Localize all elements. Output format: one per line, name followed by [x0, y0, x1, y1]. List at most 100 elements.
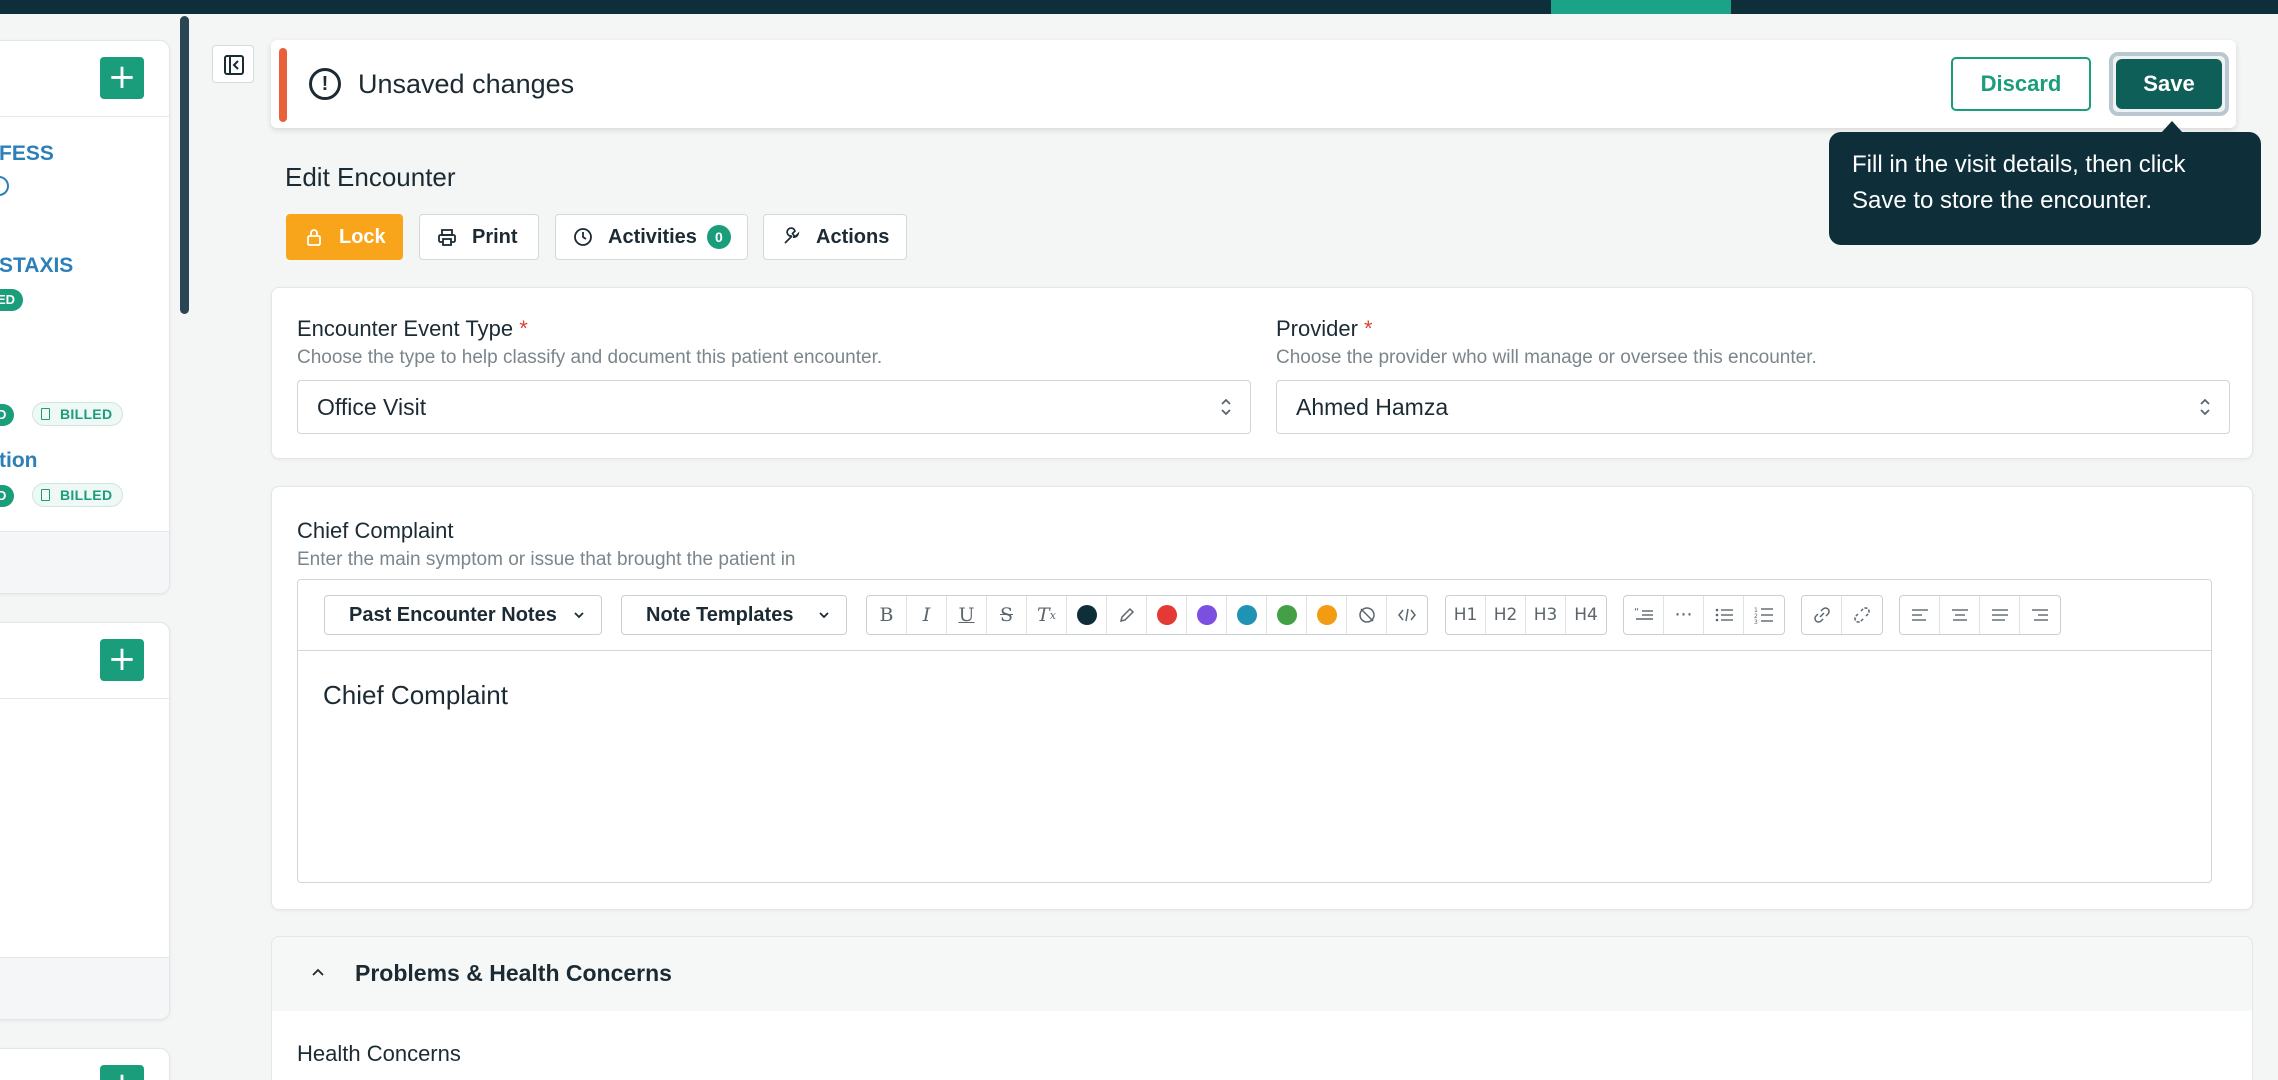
- past-encounter-notes-dropdown[interactable]: Past Encounter Notes: [324, 595, 602, 635]
- color-swatch: [1316, 605, 1337, 625]
- provider-label-text: Provider: [1276, 316, 1358, 341]
- sidebar-panel-3: +: [0, 1048, 170, 1080]
- sidebar-item-2[interactable]: STAXIS: [0, 254, 73, 278]
- billed-badge: BILLED: [32, 402, 124, 426]
- clear-format-icon[interactable]: Tx: [1027, 596, 1067, 634]
- billed-label: BILLED: [60, 487, 113, 503]
- actions-button[interactable]: Actions: [763, 214, 907, 260]
- bold-icon[interactable]: B: [867, 596, 907, 634]
- heading-3-icon[interactable]: H3: [1526, 596, 1566, 634]
- align-justify-icon[interactable]: [1980, 596, 2020, 634]
- chief-complaint-editor: Past Encounter Notes Note Templates B I …: [297, 579, 2212, 883]
- pen-icon: [1119, 607, 1134, 623]
- unsaved-message: Unsaved changes: [358, 69, 575, 99]
- status-badge: D: [0, 404, 15, 426]
- status-icon: [0, 176, 9, 196]
- problems-section-header[interactable]: Problems & Health Concerns: [271, 936, 2253, 1012]
- provider-help: Choose the provider who will manage or o…: [1276, 347, 1817, 368]
- horizontal-rule-icon[interactable]: ···: [1664, 596, 1704, 634]
- note-templates-dropdown[interactable]: Note Templates: [621, 595, 847, 635]
- panel-footer: [0, 957, 169, 1019]
- color-swatch: [1196, 605, 1217, 625]
- highlight-red[interactable]: [1147, 596, 1187, 634]
- align-right-icon[interactable]: [2020, 596, 2060, 634]
- event-type-value: Office Visit: [317, 394, 427, 420]
- provider-select[interactable]: Ahmed Hamza: [1276, 380, 2230, 434]
- provider-label: Provider *: [1276, 316, 1373, 342]
- past-encounter-notes-label: Past Encounter Notes: [349, 604, 557, 626]
- print-button[interactable]: Print: [419, 214, 539, 260]
- editor-content[interactable]: Chief Complaint: [323, 680, 508, 711]
- heading-4-icon[interactable]: H4: [1566, 596, 1606, 634]
- save-button[interactable]: Save: [2116, 59, 2222, 109]
- heading-2-icon[interactable]: H2: [1486, 596, 1526, 634]
- no-highlight-icon: [1358, 607, 1375, 623]
- divider: [0, 698, 169, 699]
- unlink-icon[interactable]: [1842, 596, 1882, 634]
- add-item-button[interactable]: +: [100, 1065, 144, 1080]
- strikethrough-icon[interactable]: S: [987, 596, 1027, 634]
- clear-highlight-icon[interactable]: [1347, 596, 1387, 634]
- align-toolbar-group: [1899, 595, 2061, 635]
- save-tooltip: Fill in the visit details, then click Sa…: [1829, 121, 2261, 245]
- chain-link-icon: [1813, 607, 1830, 623]
- chevron-up-down-icon: [1221, 398, 1231, 416]
- svg-text:“: “: [1634, 607, 1639, 618]
- panel-footer: [0, 531, 169, 593]
- ordered-list-icon[interactable]: 123: [1744, 596, 1784, 634]
- problems-section-body: Health Concerns: [271, 1011, 2253, 1080]
- blockquote-icon[interactable]: “: [1624, 596, 1664, 634]
- document-icon: [41, 408, 50, 420]
- chief-complaint-help: Enter the main symptom or issue that bro…: [297, 549, 796, 570]
- list-icon: [1715, 608, 1733, 622]
- underline-icon[interactable]: U: [947, 596, 987, 634]
- bullet-list-icon[interactable]: [1704, 596, 1744, 634]
- warning-edge: [279, 48, 287, 122]
- code-brackets-icon: [1398, 608, 1416, 622]
- chief-complaint-label: Chief Complaint: [297, 518, 454, 543]
- color-swatch: [1276, 605, 1297, 625]
- add-item-button[interactable]: +: [100, 639, 144, 681]
- encounter-details-card: Encounter Event Type * Choose the type t…: [271, 287, 2253, 459]
- chevron-up-icon: [312, 968, 324, 976]
- align-left-lines-icon: [1911, 609, 1928, 621]
- problems-section-title: Problems & Health Concerns: [355, 960, 672, 986]
- required-mark: *: [1364, 316, 1373, 341]
- status-badge: D: [0, 485, 15, 507]
- tooltip-arrow: [2161, 121, 2183, 133]
- highlight-pen-icon[interactable]: [1107, 596, 1147, 634]
- italic-icon[interactable]: I: [907, 596, 947, 634]
- sidebar-item-1[interactable]: FESS: [0, 142, 54, 166]
- heading-toolbar-group: H1 H2 H3 H4: [1445, 595, 1607, 635]
- align-justify-lines-icon: [1991, 609, 2008, 621]
- highlight-purple[interactable]: [1187, 596, 1227, 634]
- sidebar-collapse-icon: [224, 55, 244, 75]
- align-left-icon[interactable]: [1900, 596, 1940, 634]
- heading-1-icon[interactable]: H1: [1446, 596, 1486, 634]
- block-toolbar-group: “ ··· 123: [1623, 595, 1785, 635]
- add-encounter-button[interactable]: +: [100, 57, 144, 99]
- event-type-label-text: Encounter Event Type: [297, 316, 514, 341]
- activities-button[interactable]: Activities 0: [555, 214, 748, 260]
- numbered-list-icon: 123: [1754, 607, 1773, 624]
- health-concerns-label: Health Concerns: [297, 1041, 461, 1066]
- editor-toolbar: Past Encounter Notes Note Templates B I …: [298, 580, 2211, 651]
- discard-button[interactable]: Discard: [1951, 57, 2091, 111]
- billed-badge: BILLED: [32, 483, 124, 507]
- text-color-dark[interactable]: [1067, 596, 1107, 634]
- link-icon[interactable]: [1802, 596, 1842, 634]
- collapse-sidebar-button[interactable]: [212, 45, 254, 83]
- event-type-select[interactable]: Office Visit: [297, 380, 1251, 434]
- highlight-green[interactable]: [1267, 596, 1307, 634]
- highlight-teal[interactable]: [1227, 596, 1267, 634]
- lock-button[interactable]: Lock: [286, 214, 403, 260]
- document-icon: [41, 489, 50, 501]
- required-mark: *: [519, 316, 528, 341]
- sidebar-scrollbar[interactable]: [180, 16, 189, 314]
- code-icon[interactable]: [1387, 596, 1427, 634]
- top-app-bar: [0, 0, 2278, 14]
- activities-label: Activities: [608, 226, 697, 248]
- highlight-orange[interactable]: [1307, 596, 1347, 634]
- sidebar-item-3[interactable]: tion: [0, 449, 37, 473]
- align-center-icon[interactable]: [1940, 596, 1980, 634]
